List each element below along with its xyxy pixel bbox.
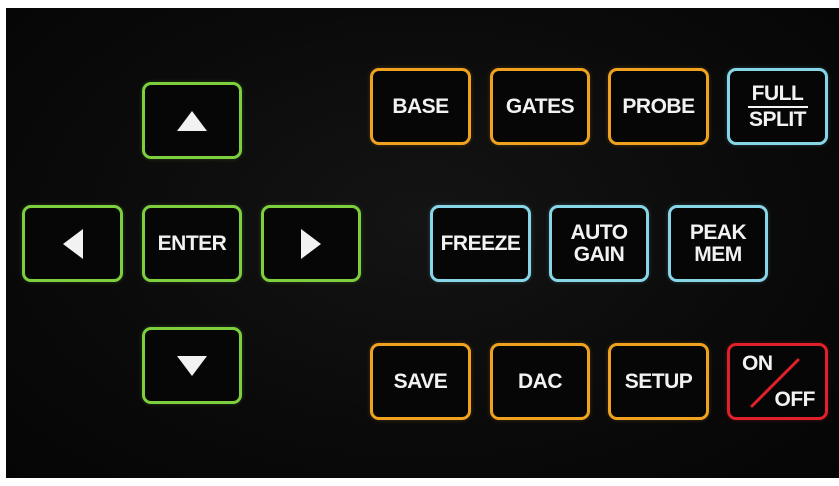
up-arrow-button[interactable] xyxy=(142,82,242,159)
save-label: SAVE xyxy=(393,369,448,393)
freeze-button[interactable]: FREEZE xyxy=(430,205,531,282)
mem-label: MEM xyxy=(694,242,742,266)
base-label: BASE xyxy=(392,94,449,118)
freeze-label: FREEZE xyxy=(440,231,521,255)
gain-label: GAIN xyxy=(573,242,625,266)
arrow-left-icon xyxy=(62,228,83,259)
full-split-button[interactable]: FULL SPLIT xyxy=(727,68,828,145)
enter-button[interactable]: ENTER xyxy=(142,205,242,282)
arrow-right-icon xyxy=(301,228,321,259)
dac-label: DAC xyxy=(518,369,563,393)
gates-button[interactable]: GATES xyxy=(490,68,590,145)
probe-button[interactable]: PROBE xyxy=(608,68,709,145)
probe-label: PROBE xyxy=(622,94,695,118)
arrow-down-icon xyxy=(177,355,207,376)
split-label: SPLIT xyxy=(748,108,807,131)
enter-label: ENTER xyxy=(157,231,227,255)
setup-button[interactable]: SETUP xyxy=(608,343,709,420)
off-label: OFF xyxy=(774,387,816,411)
auto-label: AUTO xyxy=(570,221,628,245)
on-label: ON xyxy=(742,352,773,375)
peak-mem-button[interactable]: PEAK MEM xyxy=(668,205,768,282)
down-arrow-button[interactable] xyxy=(142,327,242,404)
full-label: FULL xyxy=(751,81,804,105)
on-off-legend: ON OFF xyxy=(730,346,825,417)
auto-gain-button[interactable]: AUTO GAIN xyxy=(549,205,649,282)
arrow-up-icon xyxy=(177,110,207,131)
gates-label: GATES xyxy=(505,94,575,118)
power-on-off-button[interactable]: ON OFF xyxy=(727,343,828,420)
base-button[interactable]: BASE xyxy=(370,68,471,145)
right-arrow-button[interactable] xyxy=(261,205,361,282)
save-button[interactable]: SAVE xyxy=(370,343,471,420)
keypad-panel: ENTER BASE GATES PROBE FULL SPLIT FREEZE… xyxy=(6,8,839,478)
peak-label: PEAK xyxy=(689,221,747,245)
dac-button[interactable]: DAC xyxy=(490,343,590,420)
setup-label: SETUP xyxy=(624,369,693,393)
left-arrow-button[interactable] xyxy=(22,205,123,282)
